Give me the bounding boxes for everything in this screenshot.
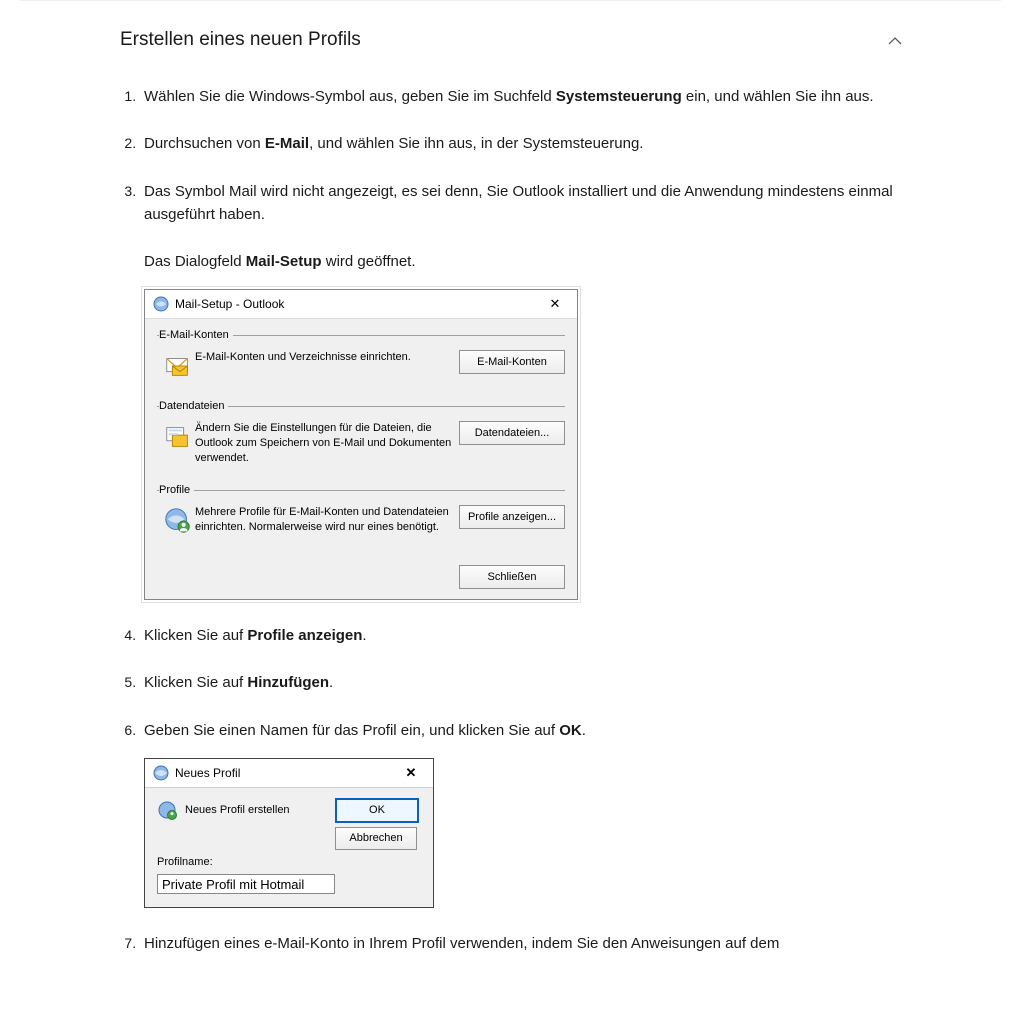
step-2-post: , und wählen Sie ihn aus, in der Systems… xyxy=(309,135,643,152)
globe-user-icon xyxy=(157,800,179,822)
mail-app-icon xyxy=(153,296,169,312)
step-2-bold: E-Mail xyxy=(265,135,309,152)
step-7: Hinzufügen eines e-Mail-Konto in Ihrem P… xyxy=(140,932,901,955)
accounts-text: E-Mail-Konten und Verzeichnisse einricht… xyxy=(195,350,459,365)
datafiles-icon xyxy=(161,421,195,453)
datafiles-text: Ändern Sie die Einstellungen für die Dat… xyxy=(195,421,459,466)
datafiles-fieldset: Datendateien xyxy=(157,398,565,466)
section-heading-row[interactable]: Erstellen eines neuen Profils xyxy=(20,0,1001,69)
step-4-pre: Klicken Sie auf xyxy=(144,627,247,644)
profiles-text: Mehrere Profile für E-Mail-Konten und Da… xyxy=(195,505,459,535)
profiles-legend: Profile xyxy=(159,482,194,499)
step-4-bold: Profile anzeigen xyxy=(247,627,362,644)
show-profiles-button[interactable]: Profile anzeigen... xyxy=(459,505,565,529)
step-6-post: . xyxy=(582,722,586,739)
new-profile-dialog: Neues Profil ✕ xyxy=(144,758,434,908)
profiles-fieldset: Profile xyxy=(157,482,565,537)
step-1: Wählen Sie die Windows-Symbol aus, geben… xyxy=(140,85,901,108)
create-profile-label: Neues Profil erstellen xyxy=(185,802,290,819)
step-3-sub-post: wird geöffnet. xyxy=(322,253,416,270)
step-2: Durchsuchen von E-Mail, und wählen Sie i… xyxy=(140,132,901,155)
new-profile-title: Neues Profil xyxy=(175,764,240,783)
ok-button[interactable]: OK xyxy=(335,798,419,823)
mail-setup-dialog: Mail-Setup - Outlook ✕ E-Mail-Konten xyxy=(144,289,578,600)
chevron-up-icon xyxy=(887,33,901,47)
section-heading: Erstellen eines neuen Profils xyxy=(120,29,361,51)
close-icon[interactable]: ✕ xyxy=(397,763,425,783)
step-5-pre: Klicken Sie auf xyxy=(144,674,247,691)
step-2-pre: Durchsuchen von xyxy=(144,135,265,152)
step-1-bold: Systemsteuerung xyxy=(556,88,682,105)
email-accounts-button[interactable]: E-Mail-Konten xyxy=(459,350,565,374)
step-3: Das Symbol Mail wird nicht angezeigt, es… xyxy=(140,180,901,601)
step-4-post: . xyxy=(362,627,366,644)
mail-setup-title: Mail-Setup - Outlook xyxy=(175,295,284,314)
step-3-sub-bold: Mail-Setup xyxy=(246,253,322,270)
step-3-sub-pre: Das Dialogfeld xyxy=(144,253,246,270)
step-1-post: ein, und wählen Sie ihn aus. xyxy=(682,88,874,105)
cancel-button[interactable]: Abbrechen xyxy=(335,827,417,850)
accounts-legend: E-Mail-Konten xyxy=(159,327,233,344)
accounts-fieldset: E-Mail-Konten xyxy=(157,327,565,382)
datafiles-button[interactable]: Datendateien... xyxy=(459,421,565,445)
step-4: Klicken Sie auf Profile anzeigen. xyxy=(140,624,901,647)
profile-name-input[interactable] xyxy=(157,874,335,894)
globe-icon xyxy=(153,765,169,781)
step-3-line1: Das Symbol Mail wird nicht angezeigt, es… xyxy=(144,183,893,223)
step-6-bold: OK xyxy=(559,722,582,739)
mail-accounts-icon xyxy=(161,350,195,382)
close-button[interactable]: Schließen xyxy=(459,565,565,589)
step-6: Geben Sie einen Namen für das Profil ein… xyxy=(140,719,901,908)
datafiles-legend: Datendateien xyxy=(159,398,228,415)
step-1-pre: Wählen Sie die Windows-Symbol aus, geben… xyxy=(144,88,556,105)
close-icon[interactable]: ✕ xyxy=(541,294,569,314)
step-7-line: Hinzufügen eines e-Mail-Konto in Ihrem P… xyxy=(144,935,779,952)
profile-name-label: Profilname: xyxy=(157,854,421,871)
step-5-post: . xyxy=(329,674,333,691)
step-6-pre: Geben Sie einen Namen für das Profil ein… xyxy=(144,722,559,739)
step-5-bold: Hinzufügen xyxy=(247,674,329,691)
step-5: Klicken Sie auf Hinzufügen. xyxy=(140,671,901,694)
profiles-icon xyxy=(161,505,195,537)
